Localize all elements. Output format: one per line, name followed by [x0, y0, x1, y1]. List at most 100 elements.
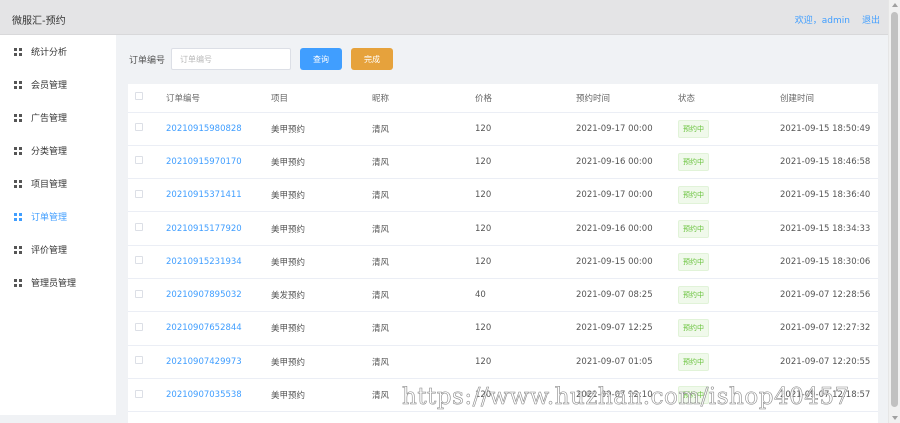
sidebar-item[interactable]: 管理员管理 — [0, 266, 116, 299]
grid-menu-icon — [14, 113, 22, 122]
row-checkbox[interactable] — [135, 289, 143, 298]
grid-menu-icon — [14, 146, 22, 155]
cell-project: 美甲预约 — [271, 257, 306, 268]
cell-appointment: 2021-09-17 00:00 — [576, 123, 653, 134]
scrollbar-thumb[interactable] — [891, 12, 898, 407]
sidebar-item[interactable]: 统计分析 — [0, 35, 116, 68]
cell-project: 美发预约 — [271, 291, 306, 302]
cell-project: 美甲预约 — [271, 191, 306, 202]
order-number-link[interactable]: 20210915177920 — [166, 224, 242, 234]
order-number-link[interactable]: 20210907429973 — [166, 357, 242, 367]
welcome-user-link[interactable]: 欢迎，admin — [795, 13, 850, 26]
order-number-link[interactable]: 20210915371411 — [166, 190, 242, 200]
order-number-link[interactable]: 20210907035538 — [166, 390, 242, 400]
row-checkbox[interactable] — [135, 356, 143, 365]
cell-created: 2021-09-15 18:50:49 — [780, 123, 871, 134]
grid-menu-icon — [14, 278, 22, 287]
grid-menu-icon — [14, 80, 22, 89]
cell-project: 美甲预约 — [271, 324, 306, 335]
order-number-link[interactable]: 20210915231934 — [166, 257, 242, 267]
cell-appointment: 2021-09-17 00:00 — [576, 190, 653, 201]
logout-link[interactable]: 退出 — [862, 13, 880, 26]
table-row: 20210907895032 美发预约 清风 40 2021-09-07 08:25 预约… — [128, 278, 878, 313]
sidebar-item-label: 统计分析 — [31, 48, 68, 58]
cell-nickname: 清风 — [372, 291, 390, 302]
column-header: 创建时间 — [780, 84, 878, 113]
order-number-input[interactable] — [171, 48, 292, 70]
status-badge: 预约中 — [678, 286, 709, 305]
cell-created: 2021-09-07 12:27:32 — [780, 323, 871, 334]
cell-nickname: 清风 — [372, 391, 390, 402]
cell-price: 120 — [475, 356, 492, 367]
cell-appointment: 2021-09-16 00:00 — [576, 223, 653, 234]
cell-appointment: 2021-09-16 00:00 — [576, 156, 653, 167]
grid-menu-icon — [14, 47, 22, 56]
cell-nickname: 清风 — [372, 324, 390, 335]
cell-price: 120 — [475, 156, 492, 167]
orders-table: 订单编号 项目 昵称 价格 预约时间 状态 创建时间 2021091598082… — [128, 84, 878, 413]
cell-project: 美甲预约 — [271, 391, 306, 402]
cell-nickname: 清风 — [372, 357, 390, 368]
column-header: 预约时间 — [576, 84, 678, 113]
row-checkbox[interactable] — [135, 123, 143, 132]
table-row: 20210915371411 美甲预约 清风 120 2021-09-17 00:00 预… — [128, 178, 878, 213]
orders-table-card: 订单编号 项目 昵称 价格 预约时间 状态 创建时间 2021091598082… — [128, 84, 878, 423]
column-header: 订单编号 — [166, 84, 271, 113]
table-row: 20210915980828 美甲预约 清风 120 2021-09-17 00:00 预… — [128, 112, 878, 146]
sidebar-item[interactable]: 订单管理 — [0, 200, 116, 233]
page-scrollbar[interactable] — [888, 0, 900, 423]
cell-created: 2021-09-07 12:28:56 — [780, 290, 871, 301]
cell-created: 2021-09-15 18:30:06 — [780, 256, 871, 267]
sidebar-item-label: 广告管理 — [31, 114, 68, 124]
row-checkbox[interactable] — [135, 389, 143, 398]
cell-created: 2021-09-15 18:36:40 — [780, 190, 871, 201]
column-header: 价格 — [475, 84, 576, 113]
status-badge: 预约中 — [678, 186, 709, 205]
main-content: 订单编号 查询 完成 订单编号 项目 昵称 价格 预约时间 状态 创建时间 — [116, 35, 888, 423]
order-number-link[interactable]: 20210907652844 — [166, 323, 242, 333]
row-checkbox[interactable] — [135, 322, 143, 331]
cell-appointment: 2021-09-07 08:25 — [576, 290, 653, 301]
status-badge: 预约中 — [678, 219, 709, 238]
cell-project: 美甲预约 — [271, 357, 306, 368]
cell-appointment: 2021-09-15 00:00 — [576, 256, 653, 267]
scroll-up-arrow-icon[interactable] — [892, 3, 898, 7]
sidebar-item[interactable]: 分类管理 — [0, 134, 116, 167]
header-user-area: 欢迎，admin 退出 — [795, 13, 880, 26]
table-row: 20210907429973 美甲预约 清风 120 2021-09-07 01:05 预… — [128, 345, 878, 379]
status-badge: 预约中 — [678, 319, 709, 338]
grid-menu-icon — [14, 179, 22, 188]
cell-appointment: 2021-09-07 01:05 — [576, 356, 653, 367]
sidebar-item-label: 评价管理 — [31, 246, 68, 256]
cell-price: 120 — [475, 323, 492, 334]
sidebar-item-label: 会员管理 — [31, 81, 68, 91]
row-checkbox[interactable] — [135, 189, 143, 198]
row-checkbox[interactable] — [135, 156, 143, 165]
sidebar-item-label: 订单管理 — [31, 213, 68, 223]
table-row: 20210915177920 美甲预约 清风 120 2021-09-16 00:00 预… — [128, 211, 878, 246]
column-header: 状态 — [678, 84, 780, 113]
select-all-checkbox[interactable] — [135, 92, 143, 101]
cell-project: 美甲预约 — [271, 224, 306, 235]
sidebar-item-label: 管理员管理 — [31, 279, 77, 289]
sidebar-item[interactable]: 会员管理 — [0, 68, 116, 101]
order-number-link[interactable]: 20210915980828 — [166, 124, 242, 134]
row-checkbox[interactable] — [135, 256, 143, 265]
top-header: 微服汇-预约 欢迎，admin 退出 — [0, 0, 888, 35]
search-button[interactable]: 查询 — [300, 48, 343, 70]
table-row: 20210907652844 美甲预约 清风 120 2021-09-07 12:25 预… — [128, 311, 878, 346]
sidebar-item[interactable]: 项目管理 — [0, 167, 116, 200]
sidebar-item-label: 分类管理 — [31, 147, 68, 157]
column-header: 昵称 — [372, 84, 475, 113]
sidebar-item[interactable]: 评价管理 — [0, 233, 116, 266]
table-header-row: 订单编号 项目 昵称 价格 预约时间 状态 创建时间 — [128, 84, 878, 113]
row-checkbox[interactable] — [135, 223, 143, 232]
order-number-link[interactable]: 20210915970170 — [166, 157, 242, 167]
sidebar-item[interactable]: 广告管理 — [0, 101, 116, 134]
order-number-link[interactable]: 20210907895032 — [166, 290, 242, 300]
cell-appointment: 2021-09-07 12:25 — [576, 323, 653, 334]
cell-created: 2021-09-15 18:34:33 — [780, 223, 871, 234]
scroll-down-arrow-icon[interactable] — [892, 416, 898, 420]
table-row: 20210915970170 美甲预约 清风 120 2021-09-16 00:00 预… — [128, 145, 878, 180]
complete-button[interactable]: 完成 — [351, 48, 394, 70]
